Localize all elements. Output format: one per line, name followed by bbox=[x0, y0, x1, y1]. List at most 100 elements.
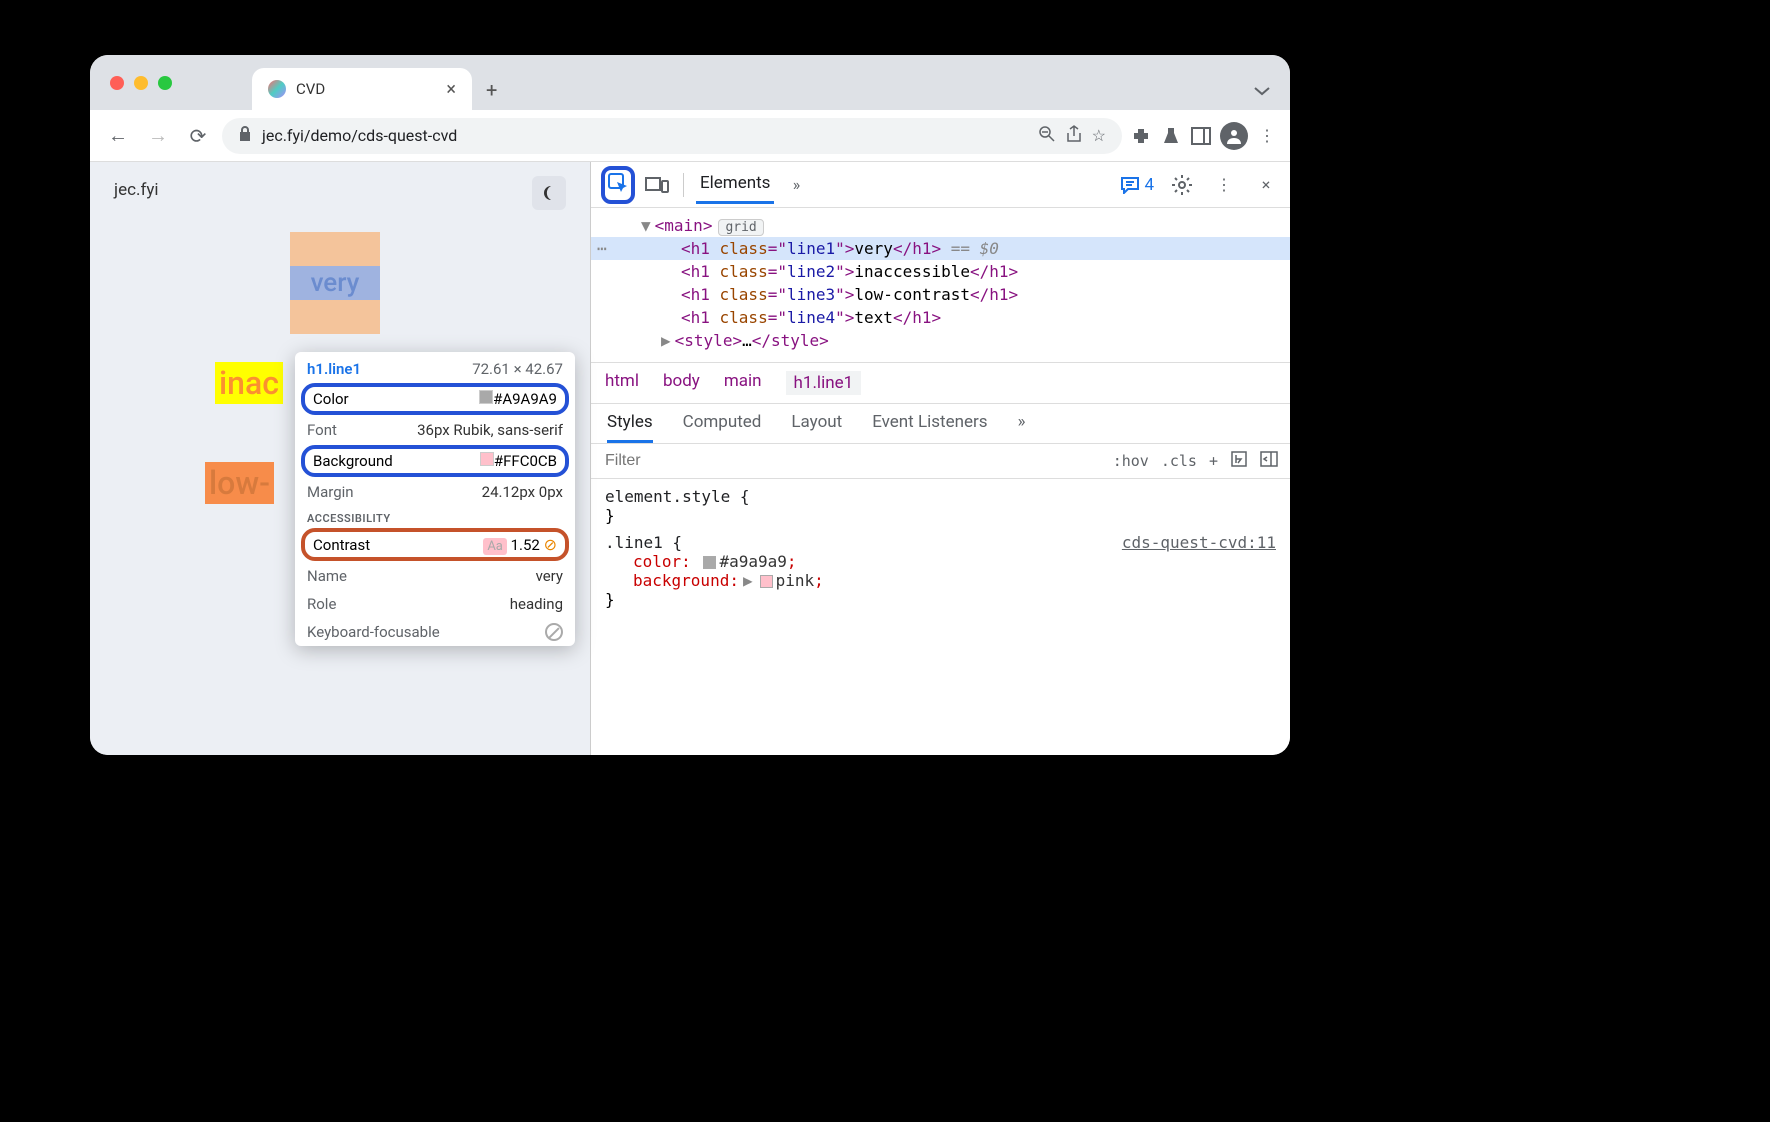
panel-icon[interactable] bbox=[1190, 125, 1212, 147]
extensions-icon[interactable] bbox=[1130, 125, 1152, 147]
forward-button[interactable]: → bbox=[142, 120, 174, 152]
format-icon[interactable] bbox=[1230, 450, 1248, 472]
demo-text-inaccessible: inac bbox=[215, 362, 283, 404]
color-swatch bbox=[479, 390, 493, 404]
bg-swatch-inline[interactable] bbox=[760, 575, 773, 588]
address-bar[interactable]: jec.fyi/demo/cds-quest-cvd ☆ bbox=[222, 118, 1122, 154]
margin-label: Margin bbox=[307, 483, 354, 501]
dom-h1-line3[interactable]: <h1 class="line3">low-contrast</h1> bbox=[591, 283, 1290, 306]
dom-h1-line4[interactable]: <h1 class="line4">text</h1> bbox=[591, 306, 1290, 329]
new-tab-button[interactable]: + bbox=[472, 70, 511, 110]
contrast-sample-icon: Aa bbox=[483, 538, 507, 555]
page-viewport: jec.fyi very inac low- h1.line1 72.61 × … bbox=[90, 162, 590, 755]
add-rule-button[interactable]: + bbox=[1209, 452, 1218, 470]
hov-toggle[interactable]: :hov bbox=[1113, 452, 1149, 470]
browser-tab[interactable]: CVD × bbox=[252, 68, 472, 110]
crumb-body[interactable]: body bbox=[663, 371, 700, 395]
reload-button[interactable]: ⟳ bbox=[182, 120, 214, 152]
more-styles-tabs-icon[interactable]: » bbox=[1018, 412, 1026, 443]
styles-filter-row: :hov .cls + bbox=[591, 444, 1290, 479]
browser-window: CVD × + ← → ⟳ jec.fyi/demo/cds-quest-cvd… bbox=[90, 55, 1290, 755]
kebab-menu-icon[interactable]: ⋮ bbox=[1210, 171, 1238, 199]
issues-count: 4 bbox=[1144, 175, 1154, 195]
highlighted-element[interactable]: very bbox=[290, 232, 380, 334]
grid-badge[interactable]: grid bbox=[718, 219, 763, 236]
tab-strip: CVD × + bbox=[90, 55, 1290, 110]
share-icon[interactable] bbox=[1066, 125, 1082, 147]
margin-overlay-bottom bbox=[290, 300, 380, 334]
warning-icon: ⊘ bbox=[544, 535, 557, 554]
layout-tab[interactable]: Layout bbox=[791, 412, 842, 443]
dark-mode-toggle[interactable] bbox=[532, 176, 566, 210]
tooltip-selector: h1.line1 bbox=[307, 360, 361, 378]
styles-tabbar: Styles Computed Layout Event Listeners » bbox=[591, 404, 1290, 444]
settings-icon[interactable] bbox=[1168, 171, 1196, 199]
font-label: Font bbox=[307, 421, 337, 439]
background-swatch bbox=[480, 452, 494, 466]
profile-button[interactable] bbox=[1220, 122, 1248, 150]
more-tabs-icon[interactable]: » bbox=[782, 171, 810, 199]
margin-row: Margin 24.12px 0px bbox=[295, 478, 575, 506]
color-swatch-inline[interactable] bbox=[703, 556, 716, 569]
breadcrumb: html body main h1.line1 bbox=[591, 362, 1290, 404]
maximize-window-button[interactable] bbox=[158, 76, 172, 90]
styles-filter-input[interactable] bbox=[591, 444, 1101, 478]
background-declaration[interactable]: background:▶pink; bbox=[605, 571, 1276, 590]
sidebar-toggle-icon[interactable] bbox=[1260, 451, 1278, 471]
contrast-value: 1.52 bbox=[511, 536, 540, 554]
role-row: Role heading bbox=[295, 590, 575, 618]
dom-style-element[interactable]: ▶<style>…</style> bbox=[591, 329, 1290, 352]
labs-icon[interactable] bbox=[1160, 125, 1182, 147]
color-declaration[interactable]: color: #a9a9a9; bbox=[605, 552, 1276, 571]
background-value: #FFC0CB bbox=[494, 452, 557, 470]
dom-tree[interactable]: ▼<main>grid <h1 class="line1">very</h1> … bbox=[591, 208, 1290, 362]
inspect-element-button[interactable] bbox=[601, 166, 635, 204]
styles-tab[interactable]: Styles bbox=[607, 412, 653, 443]
contrast-label: Contrast bbox=[313, 536, 370, 554]
tab-overflow-button[interactable] bbox=[1234, 71, 1290, 110]
crumb-main[interactable]: main bbox=[724, 371, 762, 395]
elements-tab[interactable]: Elements bbox=[696, 165, 774, 204]
browser-toolbar: ← → ⟳ jec.fyi/demo/cds-quest-cvd ☆ bbox=[90, 110, 1290, 162]
crumb-html[interactable]: html bbox=[605, 371, 639, 395]
close-devtools-icon[interactable]: × bbox=[1252, 171, 1280, 199]
font-row: Font 36px Rubik, sans-serif bbox=[295, 416, 575, 444]
close-window-button[interactable] bbox=[110, 76, 124, 90]
tab-title: CVD bbox=[296, 80, 325, 98]
highlight-background-row: Background #FFC0CB bbox=[301, 445, 569, 477]
back-button[interactable]: ← bbox=[102, 120, 134, 152]
device-toggle-button[interactable] bbox=[643, 171, 671, 199]
menu-icon[interactable]: ⋮ bbox=[1256, 125, 1278, 147]
background-label: Background bbox=[313, 452, 393, 470]
computed-tab[interactable]: Computed bbox=[683, 412, 762, 443]
lock-icon bbox=[238, 126, 252, 146]
devtools-toolbar: Elements » 4 ⋮ × bbox=[591, 162, 1290, 208]
font-value: 36px Rubik, sans-serif bbox=[417, 421, 563, 439]
dom-h1-line1[interactable]: <h1 class="line1">very</h1> == $0 bbox=[591, 237, 1290, 260]
favicon-icon bbox=[268, 80, 286, 98]
element-style-rule[interactable]: element.style { bbox=[605, 487, 1276, 506]
not-focusable-icon bbox=[545, 623, 563, 641]
keyboard-label: Keyboard-focusable bbox=[307, 623, 440, 641]
devtools-panel: Elements » 4 ⋮ × ▼<main>grid <h1 class="… bbox=[590, 162, 1290, 755]
minimize-window-button[interactable] bbox=[134, 76, 148, 90]
highlight-contrast-row: Contrast Aa 1.52 ⊘ bbox=[301, 528, 569, 561]
issues-button[interactable]: 4 bbox=[1120, 175, 1154, 195]
cls-toggle[interactable]: .cls bbox=[1161, 452, 1197, 470]
close-tab-icon[interactable]: × bbox=[446, 79, 456, 100]
event-listeners-tab[interactable]: Event Listeners bbox=[872, 412, 987, 443]
crumb-h1[interactable]: h1.line1 bbox=[786, 371, 862, 395]
source-link[interactable]: cds-quest-cvd:11 bbox=[1122, 533, 1276, 552]
page-brand: jec.fyi bbox=[114, 180, 566, 200]
line1-rule[interactable]: .line1 {cds-quest-cvd:11 bbox=[605, 533, 1276, 552]
dom-h1-line2[interactable]: <h1 class="line2">inaccessible</h1> bbox=[591, 260, 1290, 283]
bookmark-icon[interactable]: ☆ bbox=[1092, 126, 1106, 145]
name-value: very bbox=[536, 567, 563, 585]
zoom-icon[interactable] bbox=[1038, 125, 1056, 147]
inspector-tooltip: h1.line1 72.61 × 42.67 Color #A9A9A9 Fon… bbox=[295, 352, 575, 646]
dom-main-element[interactable]: ▼<main>grid bbox=[591, 214, 1290, 237]
role-label: Role bbox=[307, 595, 336, 613]
content-area: jec.fyi very inac low- h1.line1 72.61 × … bbox=[90, 162, 1290, 755]
color-label: Color bbox=[313, 390, 349, 408]
styles-rules[interactable]: element.style { } .line1 {cds-quest-cvd:… bbox=[591, 479, 1290, 617]
